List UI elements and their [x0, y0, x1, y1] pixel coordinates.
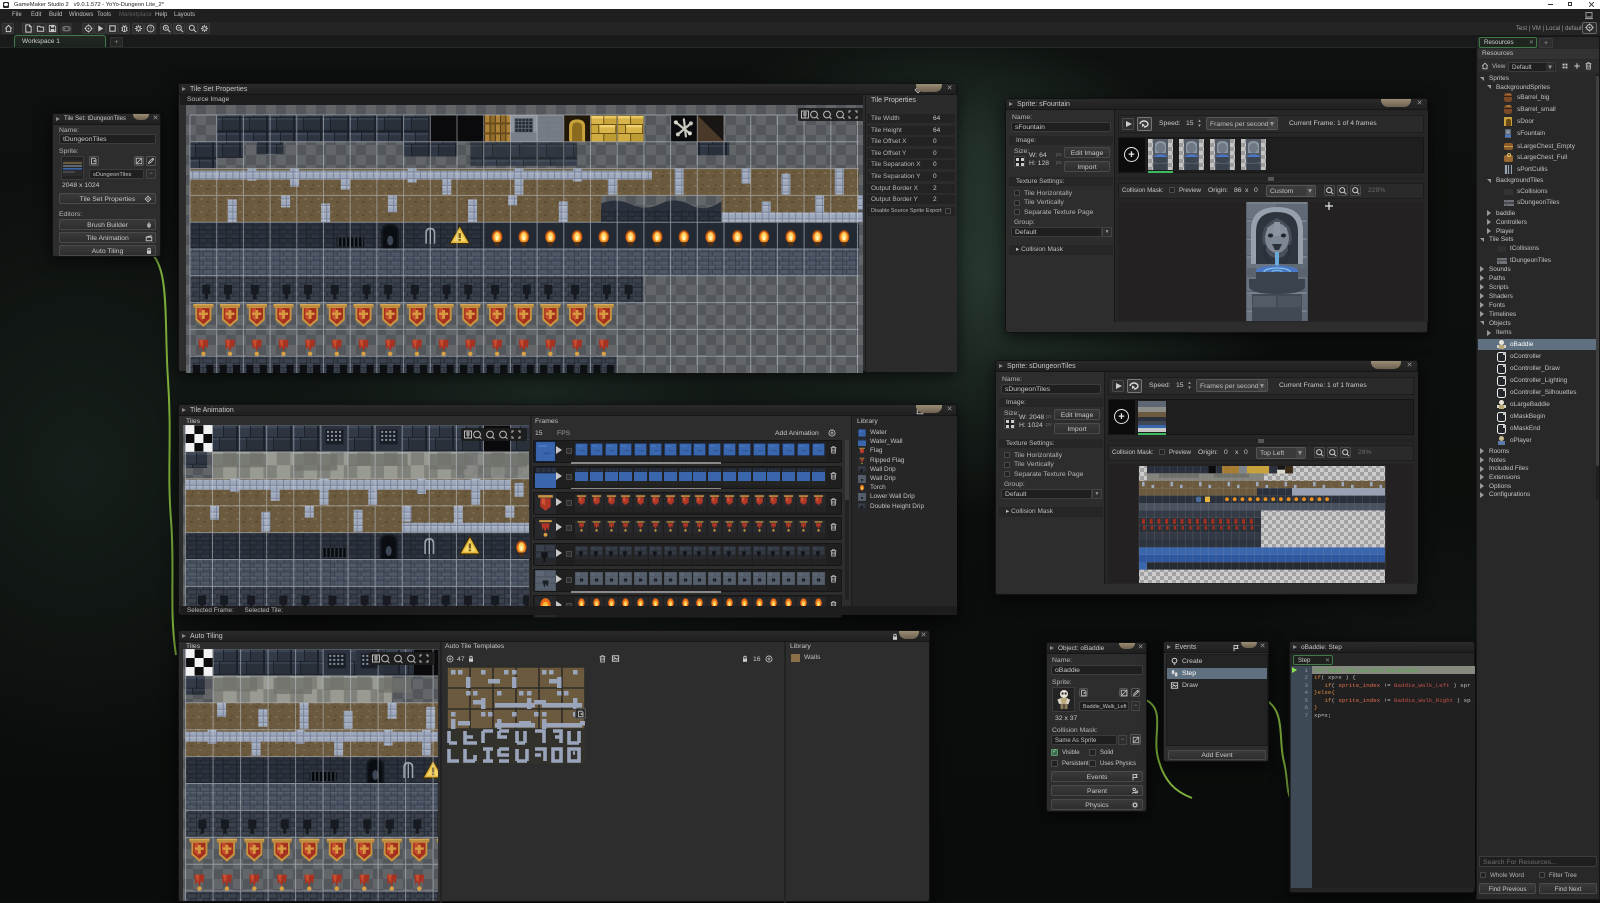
svg-text:?: ? — [149, 26, 152, 32]
